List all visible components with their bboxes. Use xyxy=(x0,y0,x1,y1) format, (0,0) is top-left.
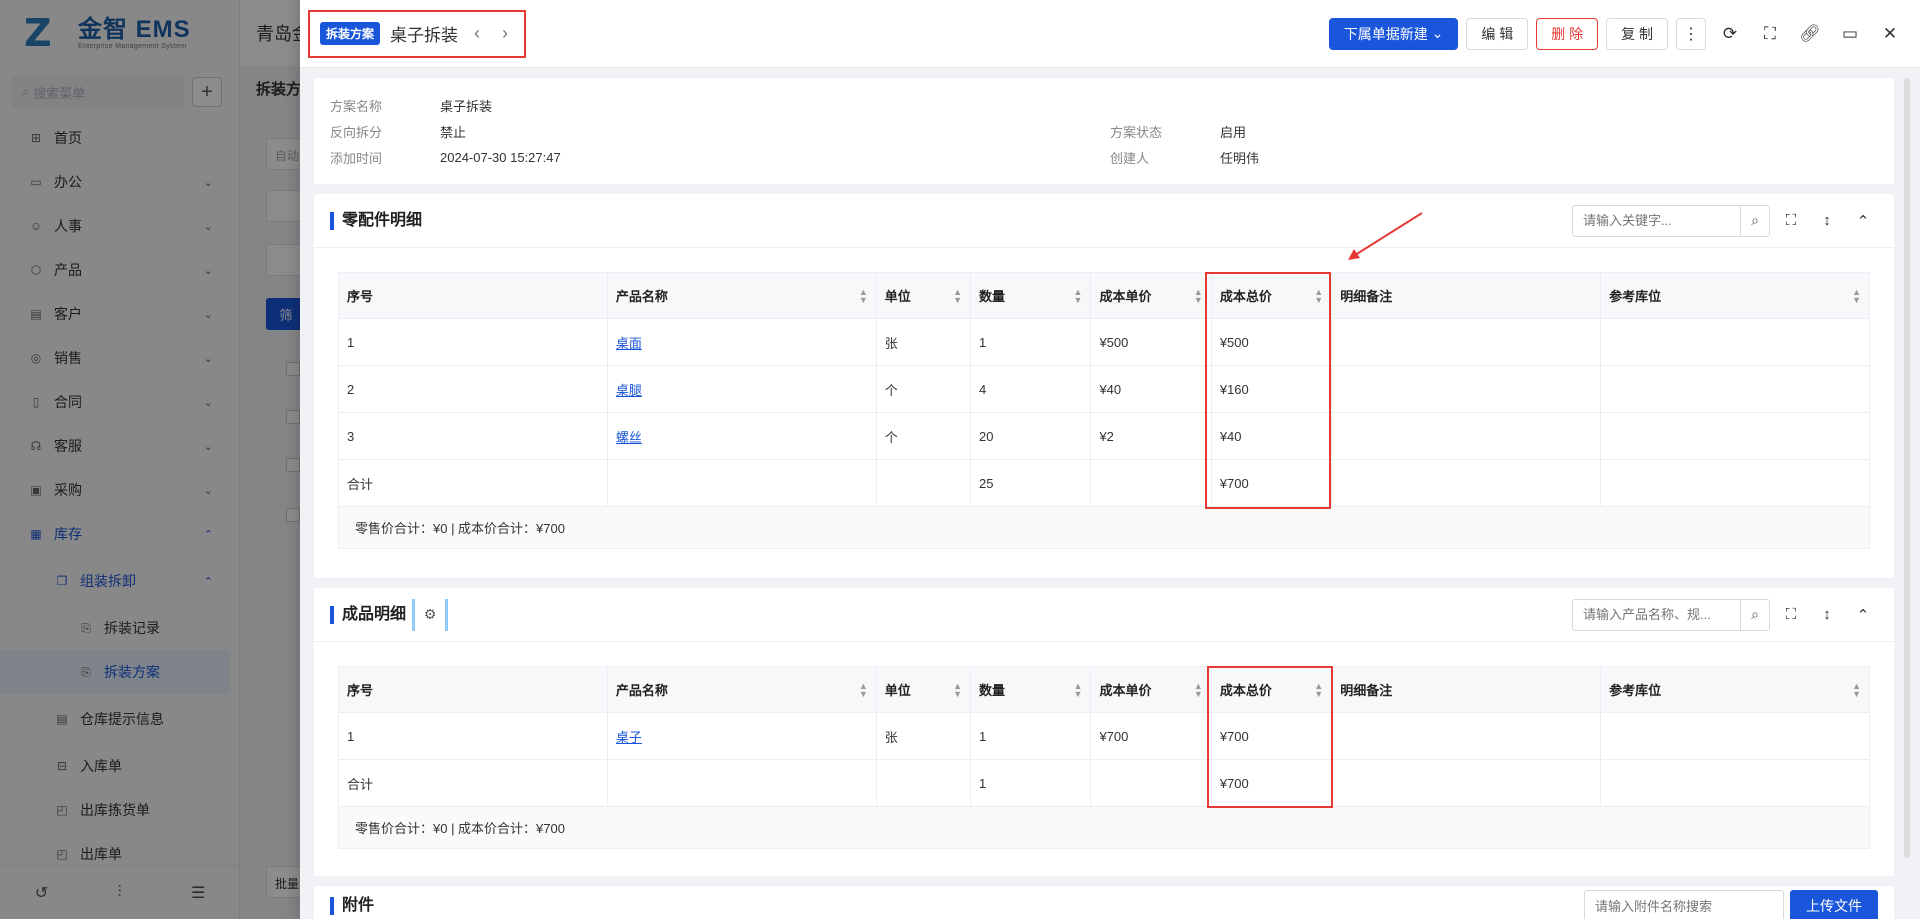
delete-button[interactable]: 删 除 xyxy=(1536,17,1599,50)
creator-label: 创建人 xyxy=(1110,150,1150,166)
table-total-row: 合计 25 ¥700 xyxy=(338,459,1870,507)
table-row: 1 桌子 张 1 ¥700 ¥700 xyxy=(338,712,1870,760)
close-icon[interactable]: ✕ xyxy=(1874,18,1906,50)
col-header[interactable]: 成本总价 ▲ ▼ xyxy=(1210,272,1333,319)
parts-table: 序号 产品名称 ▲ ▼ 单位 ▲ ▼ 数量 ▲ ▼ 成本单价 ▲ ▼ 成本总价 ▲ ▼ 明细备注 参… xyxy=(338,272,1870,507)
plan-status-value: 启用 xyxy=(1220,124,1247,140)
col-header[interactable]: 成本单价 ▲ ▼ xyxy=(1090,272,1212,319)
finished-section-title: 成品明细 xyxy=(330,605,406,624)
sort-icon[interactable]: ▲ ▼ xyxy=(1852,288,1861,305)
drawer-title: 桌子拆装 xyxy=(390,26,459,45)
col-header[interactable]: 参考库位 ▲ ▼ xyxy=(1600,666,1870,713)
col-header[interactable]: 参考库位 ▲ ▼ xyxy=(1600,272,1870,319)
drawer-header: 拆装方案 桌子拆装 ‹ › 下属单据新建 ⌄ 编 辑 删 除 复 制 ⋮ ⟳ ⛶… xyxy=(300,0,1920,68)
finished-search-input[interactable] xyxy=(1572,598,1740,631)
parts-search-input[interactable] xyxy=(1572,204,1740,237)
detail-drawer: 拆装方案 桌子拆装 ‹ › 下属单据新建 ⌄ 编 辑 删 除 复 制 ⋮ ⟳ ⛶… xyxy=(300,0,1920,919)
reverse-split-label: 反向拆分 xyxy=(330,124,383,140)
table-header-row: 序号 产品名称 ▲ ▼ 单位 ▲ ▼ 数量 ▲ ▼ 成本单价 ▲ ▼ 成本总价 ▲ ▼ 明细备注 参… xyxy=(338,272,1870,319)
gear-icon[interactable]: ⚙ xyxy=(412,598,449,631)
refresh-icon[interactable]: ⟳ xyxy=(1714,18,1746,50)
finished-summary: 零售价合计：¥0 | 成本价合计：¥700 xyxy=(338,807,1870,849)
parts-section-title: 零配件明细 xyxy=(330,211,422,230)
sort-icon[interactable]: ▲ ▼ xyxy=(859,682,868,699)
product-link[interactable]: 桌面 xyxy=(606,318,877,366)
search-icon[interactable]: ⌕ xyxy=(1740,598,1770,631)
col-header[interactable]: 序号 xyxy=(338,272,608,319)
attachment-search-input[interactable] xyxy=(1584,890,1784,919)
row-height-icon[interactable]: ↕ xyxy=(1812,600,1842,630)
edit-button[interactable]: 编 辑 xyxy=(1466,17,1529,50)
sort-icon[interactable]: ▲ ▼ xyxy=(1074,682,1083,699)
collapse-up-icon[interactable]: ⌃ xyxy=(1848,206,1878,236)
parts-summary: 零售价合计：¥0 | 成本价合计：¥700 xyxy=(338,507,1870,549)
table-row: 3 螺丝 个 20 ¥2 ¥40 xyxy=(338,412,1870,460)
fullscreen-icon[interactable]: ⛶ xyxy=(1754,18,1786,50)
col-header[interactable]: 成本总价 ▲ ▼ xyxy=(1210,666,1333,713)
attachments-title: 附件 xyxy=(330,897,374,915)
more-icon[interactable]: ⋮ xyxy=(1676,17,1706,50)
product-link[interactable]: 桌子 xyxy=(606,712,877,760)
reverse-split-value: 禁止 xyxy=(440,124,467,140)
drawer-body: 方案名称 桌子拆装 反向拆分 禁止 方案状态 启用 添加时间 2024-07-3… xyxy=(314,78,1894,919)
row-height-icon[interactable]: ↕ xyxy=(1812,206,1842,236)
col-header[interactable]: 明细备注 xyxy=(1331,666,1602,713)
type-tag: 拆装方案 xyxy=(320,22,381,45)
expand-icon[interactable]: ⛶ xyxy=(1776,600,1806,630)
window-icon[interactable]: ▭ xyxy=(1834,18,1866,50)
copy-button[interactable]: 复 制 xyxy=(1606,17,1668,50)
col-header[interactable]: 明细备注 xyxy=(1331,272,1602,319)
new-sub-document-button[interactable]: 下属单据新建 ⌄ xyxy=(1328,17,1459,50)
sort-icon[interactable]: ▲ ▼ xyxy=(859,288,868,305)
added-time-value: 2024-07-30 15:27:47 xyxy=(440,149,561,165)
product-link[interactable]: 螺丝 xyxy=(606,412,877,460)
chevron-down-icon: ⌄ xyxy=(1431,25,1444,41)
chevron-right-icon[interactable]: › xyxy=(496,23,514,44)
chevron-left-icon[interactable]: ‹ xyxy=(468,23,486,44)
collapse-up-icon[interactable]: ⌃ xyxy=(1848,600,1878,630)
sort-icon[interactable]: ▲ ▼ xyxy=(953,682,962,699)
parts-section: 零配件明细 ⌕ ⛶ ↕ ⌃ 序号 产品名称 xyxy=(314,194,1894,578)
col-header[interactable]: 产品名称 ▲ ▼ xyxy=(606,666,877,713)
col-header[interactable]: 产品名称 ▲ ▼ xyxy=(606,272,877,319)
drawer-title-group: 拆装方案 桌子拆装 ‹ › xyxy=(308,9,527,58)
col-header[interactable]: 数量 ▲ ▼ xyxy=(970,666,1092,713)
added-time-label: 添加时间 xyxy=(330,150,383,166)
sort-icon[interactable]: ▲ ▼ xyxy=(1194,682,1203,699)
table-total-row: 合计 1 ¥700 xyxy=(338,759,1870,807)
expand-icon[interactable]: ⛶ xyxy=(1776,206,1806,236)
plan-name-value: 桌子拆装 xyxy=(440,98,493,114)
table-row: 1 桌面 张 1 ¥500 ¥500 xyxy=(338,318,1870,366)
link-icon[interactable]: 🔗︎ xyxy=(1794,18,1826,50)
sort-icon[interactable]: ▲ ▼ xyxy=(1852,682,1861,699)
sort-icon[interactable]: ▲ ▼ xyxy=(1194,288,1203,305)
scrollbar[interactable] xyxy=(1904,78,1910,858)
search-icon[interactable]: ⌕ xyxy=(1740,204,1770,237)
col-header[interactable]: 成本单价 ▲ ▼ xyxy=(1090,666,1212,713)
table-header-row: 序号 产品名称 ▲ ▼ 单位 ▲ ▼ 数量 ▲ ▼ 成本单价 ▲ ▼ 成本总价 ▲ ▼ 明细备注 参… xyxy=(338,666,1870,713)
sort-icon[interactable]: ▲ ▼ xyxy=(953,288,962,305)
col-header[interactable]: 数量 ▲ ▼ xyxy=(970,272,1092,319)
col-header[interactable]: 序号 xyxy=(338,666,608,713)
attachments-section: 附件 上传文件 xyxy=(314,886,1894,919)
plan-info: 方案名称 桌子拆装 反向拆分 禁止 方案状态 启用 添加时间 2024-07-3… xyxy=(314,78,1894,184)
sort-icon[interactable]: ▲ ▼ xyxy=(1314,682,1323,699)
table-row: 2 桌腿 个 4 ¥40 ¥160 xyxy=(338,365,1870,413)
finished-table: 序号 产品名称 ▲ ▼ 单位 ▲ ▼ 数量 ▲ ▼ 成本单价 ▲ ▼ 成本总价 ▲ ▼ 明细备注 参… xyxy=(338,666,1870,807)
col-header[interactable]: 单位 ▲ ▼ xyxy=(875,666,972,713)
creator-value: 任明伟 xyxy=(1220,150,1260,166)
finished-section: 成品明细 ⚙ ⌕ ⛶ ↕ ⌃ 序号 xyxy=(314,588,1894,876)
upload-file-button[interactable]: 上传文件 xyxy=(1790,890,1878,919)
product-link[interactable]: 桌腿 xyxy=(606,365,877,413)
col-header[interactable]: 单位 ▲ ▼ xyxy=(875,272,972,319)
plan-status-label: 方案状态 xyxy=(1110,124,1163,140)
sort-icon[interactable]: ▲ ▼ xyxy=(1074,288,1083,305)
sort-icon[interactable]: ▲ ▼ xyxy=(1314,288,1323,305)
plan-name-label: 方案名称 xyxy=(330,98,383,114)
